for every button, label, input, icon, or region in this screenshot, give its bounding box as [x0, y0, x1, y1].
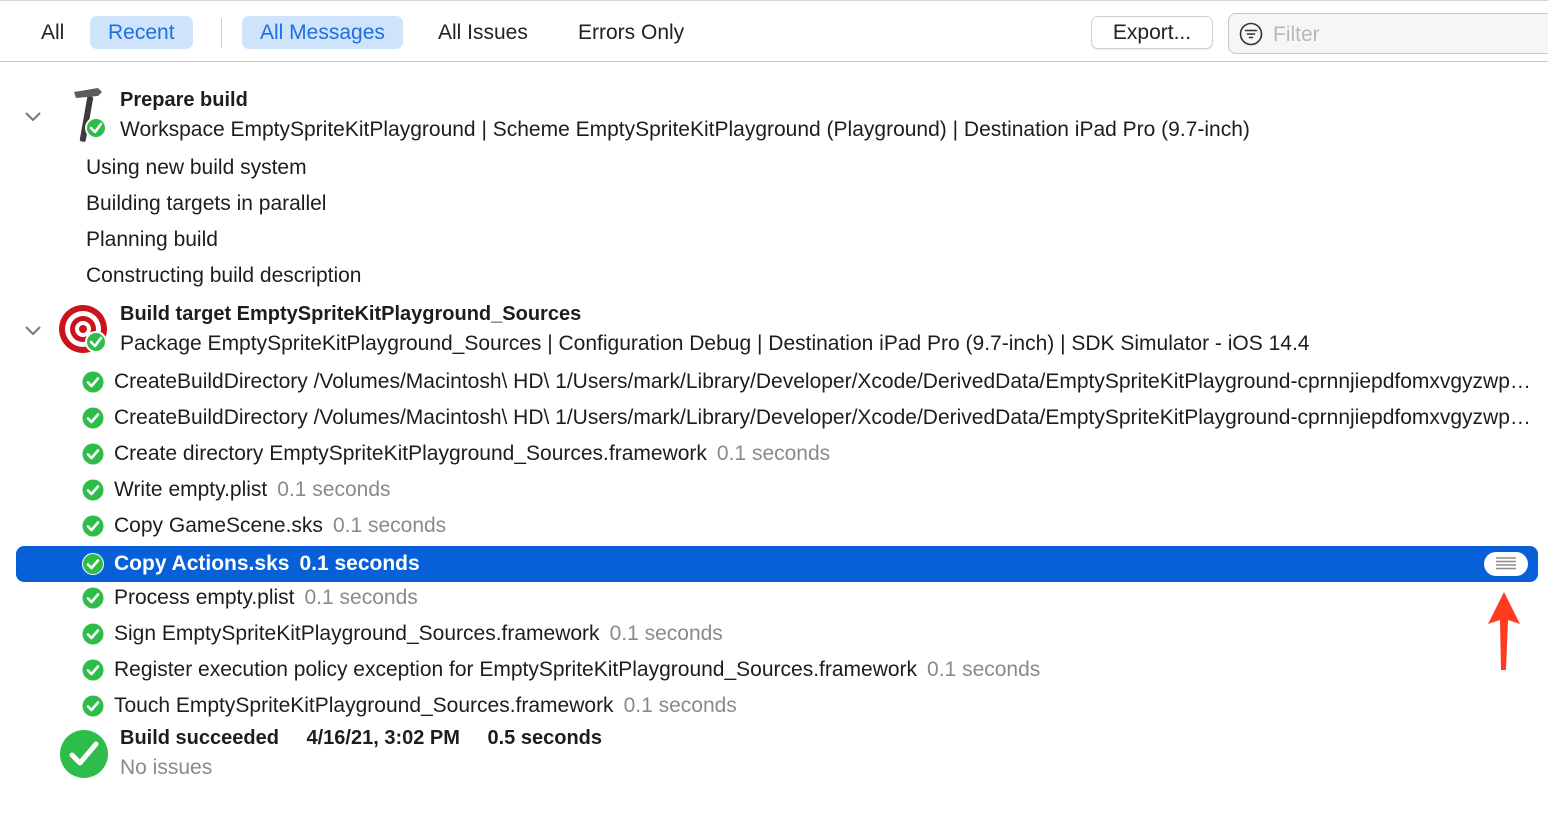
build-step-label: Copy Actions.sks 0.1 seconds — [114, 546, 420, 582]
log-line: Building targets in parallel — [86, 192, 327, 215]
checkmark-circle-icon — [82, 371, 104, 393]
build-step-text: Write empty.plist — [114, 478, 268, 501]
build-status: Build succeeded — [120, 727, 279, 749]
scope-recent-button[interactable]: Recent — [90, 16, 193, 49]
build-step-duration: 0.1 seconds — [716, 442, 831, 465]
build-step-row[interactable]: Touch EmptySpriteKitPlayground_Sources.f… — [16, 688, 1538, 724]
build-step-duration: 0.1 seconds — [927, 658, 1041, 681]
build-step-duration: 0.1 seconds — [332, 514, 447, 537]
build-step-label: Copy GameScene.sks 0.1 seconds — [114, 508, 446, 544]
build-step-duration: 0.1 seconds — [609, 622, 723, 645]
build-step-duration: 0.1 seconds — [623, 694, 737, 717]
build-step-label: CreateBuildDirectory /Volumes/Macintosh\… — [114, 364, 1534, 400]
build-step-label: Touch EmptySpriteKitPlayground_Sources.f… — [114, 688, 737, 724]
build-step-label: Sign EmptySpriteKitPlayground_Sources.fr… — [114, 616, 723, 652]
build-issues: No issues — [120, 756, 213, 779]
detail-lines-icon — [1496, 557, 1516, 570]
build-step-row[interactable]: Register execution policy exception for … — [16, 652, 1538, 688]
filter-field[interactable] — [1228, 13, 1548, 54]
prepare-build-subtitle: Workspace EmptySpriteKitPlayground | Sch… — [120, 118, 1250, 141]
build-step-label: CreateBuildDirectory /Volumes/Macintosh\… — [114, 400, 1534, 436]
log-line: Using new build system — [86, 156, 307, 179]
build-step-row[interactable]: Copy GameScene.sks 0.1 seconds — [16, 508, 1538, 544]
checkmark-circle-icon — [60, 730, 108, 778]
build-step-text: CreateBuildDirectory /Volumes/Macintosh\… — [114, 406, 1534, 429]
build-step-text: Process empty.plist — [114, 586, 295, 609]
build-step-duration: 0.1 seconds — [277, 478, 391, 501]
build-date: 4/16/21, 3:02 PM — [306, 727, 460, 749]
build-step-row[interactable]: CreateBuildDirectory /Volumes/Macintosh\… — [16, 364, 1538, 400]
build-target-title: Build target EmptySpriteKitPlayground_So… — [120, 303, 582, 325]
build-step-text: Copy GameScene.sks — [114, 514, 323, 537]
build-step-duration: 0.1 seconds — [299, 552, 420, 575]
expand-transcript-button[interactable] — [1484, 552, 1528, 576]
build-step-row[interactable]: Write empty.plist 0.1 seconds — [16, 472, 1538, 508]
build-step-text: Create directory EmptySpriteKitPlaygroun… — [114, 442, 707, 465]
checkmark-circle-icon — [82, 479, 104, 501]
build-step-text: Touch EmptySpriteKitPlayground_Sources.f… — [114, 694, 614, 717]
checkmark-circle-icon — [82, 623, 104, 645]
prepare-build-title: Prepare build — [120, 89, 248, 111]
filter-all-messages-button[interactable]: All Messages — [242, 16, 403, 49]
log-toolbar: All Recent All Messages All Issues Error… — [0, 0, 1548, 62]
hammer-icon — [74, 88, 107, 142]
log-line: Constructing build description — [86, 264, 362, 287]
build-target-subtitle: Package EmptySpriteKitPlayground_Sources… — [120, 332, 1310, 355]
checkmark-circle-icon — [82, 695, 104, 717]
checkmark-circle-icon — [82, 587, 104, 609]
build-step-duration: 0.1 seconds — [304, 586, 418, 609]
build-step-text: Copy Actions.sks — [114, 552, 290, 575]
log-line: Planning build — [86, 228, 218, 251]
checkmark-circle-icon — [82, 553, 104, 575]
filter-input[interactable] — [1271, 18, 1545, 51]
build-step-row[interactable]: CreateBuildDirectory /Volumes/Macintosh\… — [16, 400, 1538, 436]
build-step-row[interactable]: Process empty.plist 0.1 seconds — [16, 580, 1538, 616]
checkmark-circle-icon — [82, 407, 104, 429]
build-step-label: Process empty.plist 0.1 seconds — [114, 580, 418, 616]
target-icon — [59, 305, 107, 353]
build-step-label: Register execution policy exception for … — [114, 652, 1040, 688]
red-arrow-annotation — [1488, 592, 1520, 670]
build-duration: 0.5 seconds — [487, 727, 603, 749]
build-step-row-selected[interactable]: Copy Actions.sks 0.1 seconds — [16, 546, 1538, 582]
filter-icon — [1239, 22, 1263, 46]
build-step-row[interactable]: Create directory EmptySpriteKitPlaygroun… — [16, 436, 1538, 472]
scope-all-button[interactable]: All — [23, 16, 82, 49]
filter-errors-only-button[interactable]: Errors Only — [560, 16, 702, 49]
filter-all-issues-button[interactable]: All Issues — [420, 16, 546, 49]
build-step-row[interactable]: Sign EmptySpriteKitPlayground_Sources.fr… — [16, 616, 1538, 652]
build-summary: Build succeeded 4/16/21, 3:02 PM 0.5 sec… — [120, 727, 624, 750]
toolbar-divider — [221, 18, 222, 48]
build-step-text: Sign EmptySpriteKitPlayground_Sources.fr… — [114, 622, 600, 645]
checkmark-circle-icon — [82, 515, 104, 537]
build-step-label: Write empty.plist 0.1 seconds — [114, 472, 391, 508]
build-step-label: Create directory EmptySpriteKitPlaygroun… — [114, 436, 830, 472]
chevron-down-icon[interactable] — [24, 325, 42, 337]
chevron-down-icon[interactable] — [24, 111, 42, 123]
build-step-text: CreateBuildDirectory /Volumes/Macintosh\… — [114, 370, 1534, 393]
checkmark-circle-icon — [82, 443, 104, 465]
build-step-text: Register execution policy exception for … — [114, 658, 918, 681]
checkmark-circle-icon — [82, 659, 104, 681]
export-button[interactable]: Export... — [1091, 16, 1213, 49]
